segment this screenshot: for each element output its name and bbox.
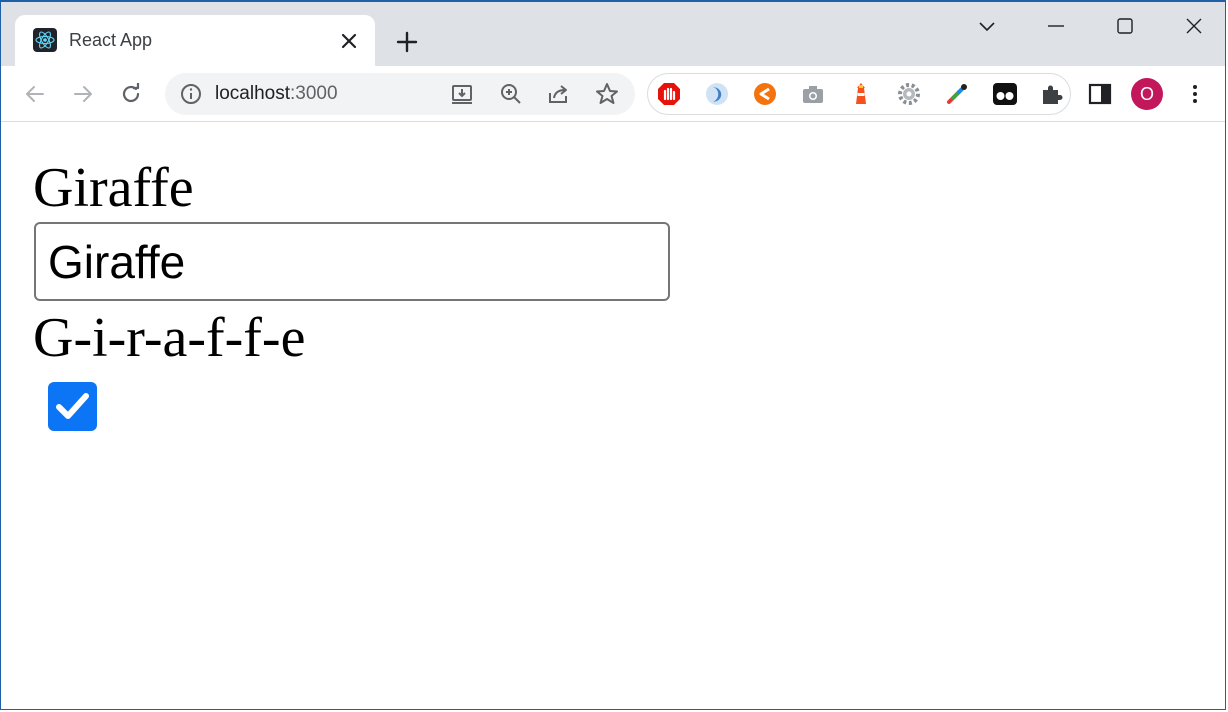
new-tab-plus-icon[interactable] [394, 29, 420, 55]
orange-arrow-icon[interactable] [752, 81, 778, 107]
tab-react-app[interactable]: React App [15, 15, 375, 67]
extensions-bar [647, 73, 1071, 115]
glasses-icon[interactable] [992, 81, 1018, 107]
tab-strip: React App [1, 2, 1225, 67]
browser-window: React App localhost:3000 O Giraffe Giraf… [0, 0, 1226, 710]
address-bar[interactable]: localhost:3000 [165, 73, 635, 115]
close-tab-icon[interactable] [337, 29, 361, 53]
minimize-icon[interactable] [1042, 12, 1070, 40]
react-logo-icon [33, 28, 57, 52]
lighthouse-icon[interactable] [848, 81, 874, 107]
checkbox[interactable] [48, 382, 97, 431]
browser-toolbar: localhost:3000 O [1, 66, 1225, 122]
bookmark-star-icon[interactable] [594, 81, 620, 107]
checkmark-icon [56, 393, 89, 419]
more-menu-icon[interactable] [1181, 80, 1209, 108]
close-window-icon[interactable] [1180, 12, 1208, 40]
page-heading: Giraffe [33, 157, 194, 219]
extensions-puzzle-icon[interactable] [1038, 80, 1066, 108]
install-app-icon[interactable] [449, 81, 475, 107]
url-text: localhost:3000 [215, 83, 338, 105]
tab-search-chevron-icon[interactable] [973, 12, 1001, 40]
vpn-icon[interactable] [704, 81, 730, 107]
zoom-icon[interactable] [498, 81, 524, 107]
profile-avatar[interactable]: O [1131, 78, 1163, 110]
tab-title: React App [69, 30, 153, 50]
side-panel-icon[interactable] [1086, 80, 1114, 108]
maximize-icon[interactable] [1111, 12, 1139, 40]
site-info-icon[interactable] [179, 82, 203, 106]
forward-arrow-icon[interactable] [69, 80, 97, 108]
share-icon[interactable] [546, 81, 572, 107]
spelled-out-text: G-i-r-a-f-f-e [33, 307, 306, 369]
url-port: :3000 [290, 83, 338, 104]
back-arrow-icon[interactable] [21, 80, 49, 108]
url-host: localhost [215, 83, 290, 104]
eyedropper-icon[interactable] [944, 81, 970, 107]
reload-icon[interactable] [117, 80, 145, 108]
gear-icon[interactable] [896, 81, 922, 107]
camera-icon[interactable] [800, 81, 826, 107]
animal-name-input[interactable] [34, 222, 670, 301]
page-content: Giraffe G-i-r-a-f-f-e [1, 122, 1225, 709]
adblock-icon[interactable] [656, 81, 682, 107]
